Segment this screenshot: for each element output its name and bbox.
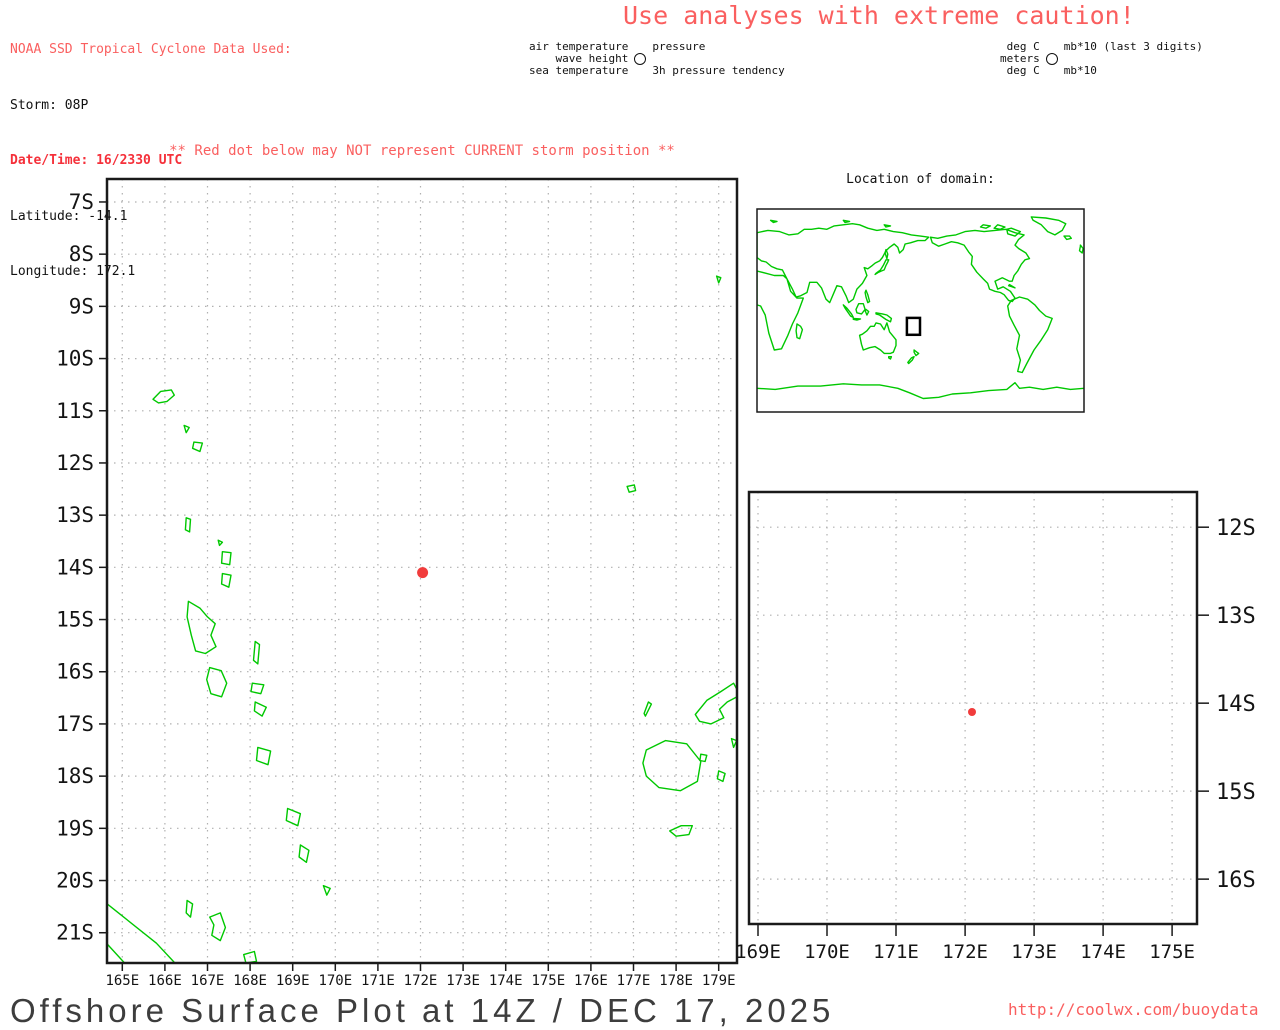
svg-text:18S: 18S — [56, 764, 94, 788]
svg-text:14S: 14S — [1216, 692, 1256, 717]
svg-text:17S: 17S — [56, 712, 94, 736]
domain-zoom-map: 169E 170E 171E 172E 173E 174E 175E 12S 13S 14S 15S… — [735, 490, 1256, 963]
svg-text:170E: 170E — [318, 973, 352, 989]
footer-plot-title: Offshore Surface Plot at 14Z / DEC 17, 2… — [10, 992, 835, 1029]
svg-text:11S: 11S — [56, 399, 94, 423]
inset-title: Location of domain: — [846, 172, 995, 187]
svg-text:166E: 166E — [148, 973, 182, 989]
footer-url: http://coolwx.com/buoydata — [1008, 1000, 1259, 1019]
svg-text:172E: 172E — [404, 973, 438, 989]
svg-text:12S: 12S — [1216, 516, 1256, 541]
svg-text:175E: 175E — [1149, 941, 1195, 963]
svg-text:170E: 170E — [804, 941, 850, 963]
svg-text:175E: 175E — [531, 973, 565, 989]
units-legend: deg C meters deg C mb*10 (last 3 digits)… — [1000, 41, 1203, 77]
svg-text:169E: 169E — [276, 973, 310, 989]
units-model-circle-icon — [1045, 53, 1058, 65]
svg-text:179E: 179E — [702, 973, 736, 989]
legend-pressure-label: pressure — [652, 40, 706, 53]
legend-pressure-tendency-label: 3h pressure tendency — [652, 64, 785, 77]
units-legend-left-column: deg C meters deg C — [1000, 41, 1040, 77]
caution-banner: Use analyses with extreme caution! — [623, 1, 1135, 30]
main-map: 165E 166E 167E 168E 169E 170E 171E 172E 173E 174E… — [56, 177, 739, 989]
svg-text:20S: 20S — [56, 869, 94, 893]
svg-text:21S: 21S — [56, 921, 94, 945]
svg-text:177E: 177E — [617, 973, 651, 989]
offshore-surface-plot-page: { "colors": { "coast_green": "#00c800", … — [0, 0, 1280, 1029]
svg-text:173E: 173E — [446, 973, 480, 989]
svg-text:9S: 9S — [69, 294, 94, 318]
station-model-circle-icon — [634, 53, 647, 65]
station-legend-left-column: air temperature wave height sea temperat… — [529, 41, 628, 77]
svg-text:16S: 16S — [1216, 868, 1256, 893]
data-source-line: NOAA SSD Tropical Cyclone Data Used: — [10, 42, 292, 57]
storm-position-warning: ** Red dot below may NOT represent CURRE… — [169, 143, 675, 159]
world-location-map — [756, 208, 1085, 413]
svg-text:15S: 15S — [56, 608, 94, 632]
svg-text:173E: 173E — [1011, 941, 1057, 963]
svg-text:169E: 169E — [735, 941, 781, 963]
svg-text:171E: 171E — [361, 973, 395, 989]
svg-text:176E: 176E — [574, 973, 608, 989]
svg-text:19S: 19S — [56, 816, 94, 840]
svg-text:14S: 14S — [56, 555, 94, 579]
units-sea-temperature-label: deg C — [1006, 64, 1040, 77]
svg-text:12S: 12S — [56, 451, 94, 475]
station-model-legend: air temperature wave height sea temperat… — [529, 41, 785, 77]
legend-sea-temperature-label: sea temperature — [529, 64, 629, 77]
svg-text:171E: 171E — [873, 941, 919, 963]
units-pressure-tendency-label: mb*10 — [1063, 64, 1097, 77]
svg-text:178E: 178E — [659, 973, 693, 989]
svg-text:15S: 15S — [1216, 780, 1256, 805]
station-legend-right-column: pressure 3h pressure tendency — [652, 41, 784, 77]
svg-text:172E: 172E — [942, 941, 988, 963]
svg-text:13S: 13S — [56, 503, 94, 527]
svg-text:10S: 10S — [56, 347, 94, 371]
svg-text:16S: 16S — [56, 660, 94, 684]
svg-text:174E: 174E — [1080, 941, 1126, 963]
storm-position-dot — [417, 567, 429, 579]
storm-position-dot — [968, 708, 976, 716]
svg-text:7S: 7S — [69, 190, 94, 214]
units-legend-right-column: mb*10 (last 3 digits) mb*10 — [1064, 41, 1203, 77]
svg-text:168E: 168E — [233, 973, 267, 989]
units-pressure-label: mb*10 (last 3 digits) — [1063, 40, 1203, 53]
svg-text:13S: 13S — [1216, 604, 1256, 629]
storm-id-line: Storm: 08P — [10, 97, 89, 113]
svg-text:165E: 165E — [105, 973, 139, 989]
svg-text:174E: 174E — [489, 973, 523, 989]
svg-text:8S: 8S — [69, 242, 94, 266]
svg-text:167E: 167E — [191, 973, 225, 989]
